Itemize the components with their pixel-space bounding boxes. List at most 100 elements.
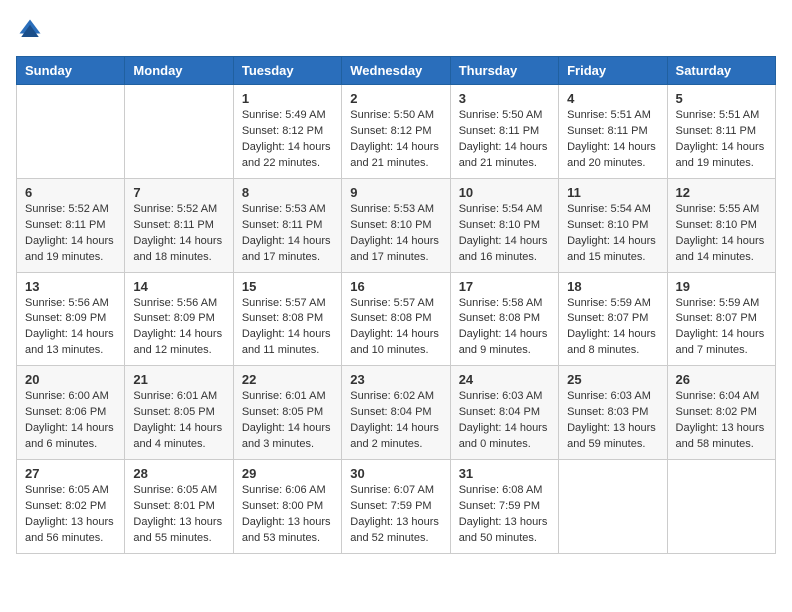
day-number: 9: [350, 185, 441, 200]
calendar-cell: 15 Sunrise: 5:57 AM Sunset: 8:08 PM Dayli…: [233, 272, 341, 366]
day-info: Sunrise: 5:50 AM Sunset: 8:12 PM Dayligh…: [350, 108, 441, 172]
day-info: Sunrise: 6:03 AM Sunset: 8:04 PM Dayligh…: [459, 389, 550, 453]
day-info: Sunrise: 6:05 AM Sunset: 8:01 PM Dayligh…: [133, 483, 224, 547]
calendar-cell: [559, 460, 667, 554]
day-number: 17: [459, 279, 550, 294]
day-number: 6: [25, 185, 116, 200]
calendar-cell: 2 Sunrise: 5:50 AM Sunset: 8:12 PM Daylig…: [342, 85, 450, 179]
day-info: Sunrise: 5:56 AM Sunset: 8:09 PM Dayligh…: [25, 296, 116, 360]
calendar-cell: 31Sunrise: 6:08 AM Sunset: 7:59 PM Dayli…: [450, 460, 558, 554]
day-info: Sunrise: 5:52 AM Sunset: 8:11 PM Dayligh…: [25, 202, 116, 266]
day-info: Sunrise: 6:08 AM Sunset: 7:59 PM Dayligh…: [459, 483, 550, 547]
day-info: Sunrise: 6:07 AM Sunset: 7:59 PM Dayligh…: [350, 483, 441, 547]
calendar-cell: 10 Sunrise: 5:54 AM Sunset: 8:10 PM Dayli…: [450, 178, 558, 272]
day-info: Sunrise: 5:49 AM Sunset: 8:12 PM Dayligh…: [242, 108, 333, 172]
day-info: Sunrise: 5:53 AM Sunset: 8:10 PM Dayligh…: [350, 202, 441, 266]
calendar-week-row: 27 Sunrise: 6:05 AM Sunset: 8:02 PM Dayli…: [17, 460, 776, 554]
calendar-header-wednesday: Wednesday: [342, 57, 450, 85]
calendar-cell: 8 Sunrise: 5:53 AM Sunset: 8:11 PM Daylig…: [233, 178, 341, 272]
day-info: Sunrise: 5:59 AM Sunset: 8:07 PM Dayligh…: [676, 296, 767, 360]
calendar-cell: 18Sunrise: 5:59 AM Sunset: 8:07 PM Dayli…: [559, 272, 667, 366]
calendar-cell: 19 Sunrise: 5:59 AM Sunset: 8:07 PM Dayli…: [667, 272, 775, 366]
day-info: Sunrise: 5:50 AM Sunset: 8:11 PM Dayligh…: [459, 108, 550, 172]
day-info: Sunrise: 5:57 AM Sunset: 8:08 PM Dayligh…: [350, 296, 441, 360]
day-info: Sunrise: 5:51 AM Sunset: 8:11 PM Dayligh…: [567, 108, 658, 172]
day-number: 14: [133, 279, 224, 294]
calendar-cell: 7 Sunrise: 5:52 AM Sunset: 8:11 PM Daylig…: [125, 178, 233, 272]
day-number: 21: [133, 372, 224, 387]
day-number: 27: [25, 466, 116, 481]
day-info: Sunrise: 5:56 AM Sunset: 8:09 PM Dayligh…: [133, 296, 224, 360]
calendar-cell: 6 Sunrise: 5:52 AM Sunset: 8:11 PM Daylig…: [17, 178, 125, 272]
day-number: 28: [133, 466, 224, 481]
calendar-cell: 24 Sunrise: 6:03 AM Sunset: 8:04 PM Dayli…: [450, 366, 558, 460]
calendar-cell: 12 Sunrise: 5:55 AM Sunset: 8:10 PM Dayli…: [667, 178, 775, 272]
calendar-cell: 4 Sunrise: 5:51 AM Sunset: 8:11 PM Daylig…: [559, 85, 667, 179]
calendar-cell: 3 Sunrise: 5:50 AM Sunset: 8:11 PM Daylig…: [450, 85, 558, 179]
day-number: 3: [459, 91, 550, 106]
day-number: 22: [242, 372, 333, 387]
calendar-cell: 11Sunrise: 5:54 AM Sunset: 8:10 PM Dayli…: [559, 178, 667, 272]
day-number: 29: [242, 466, 333, 481]
calendar-cell: 28 Sunrise: 6:05 AM Sunset: 8:01 PM Dayli…: [125, 460, 233, 554]
day-number: 24: [459, 372, 550, 387]
day-info: Sunrise: 6:05 AM Sunset: 8:02 PM Dayligh…: [25, 483, 116, 547]
calendar-header-row: SundayMondayTuesdayWednesdayThursdayFrid…: [17, 57, 776, 85]
calendar-header-thursday: Thursday: [450, 57, 558, 85]
day-number: 23: [350, 372, 441, 387]
logo-icon: [16, 16, 44, 44]
day-info: Sunrise: 5:53 AM Sunset: 8:11 PM Dayligh…: [242, 202, 333, 266]
calendar-cell: 16 Sunrise: 5:57 AM Sunset: 8:08 PM Dayli…: [342, 272, 450, 366]
day-number: 7: [133, 185, 224, 200]
day-number: 20: [25, 372, 116, 387]
day-info: Sunrise: 5:51 AM Sunset: 8:11 PM Dayligh…: [676, 108, 767, 172]
calendar-week-row: 6 Sunrise: 5:52 AM Sunset: 8:11 PM Daylig…: [17, 178, 776, 272]
day-info: Sunrise: 6:01 AM Sunset: 8:05 PM Dayligh…: [242, 389, 333, 453]
day-number: 4: [567, 91, 658, 106]
day-number: 2: [350, 91, 441, 106]
day-info: Sunrise: 5:58 AM Sunset: 8:08 PM Dayligh…: [459, 296, 550, 360]
day-info: Sunrise: 5:55 AM Sunset: 8:10 PM Dayligh…: [676, 202, 767, 266]
calendar-week-row: 1 Sunrise: 5:49 AM Sunset: 8:12 PM Daylig…: [17, 85, 776, 179]
day-number: 16: [350, 279, 441, 294]
calendar-header-sunday: Sunday: [17, 57, 125, 85]
calendar-cell: [17, 85, 125, 179]
calendar-cell: 14 Sunrise: 5:56 AM Sunset: 8:09 PM Dayli…: [125, 272, 233, 366]
day-number: 13: [25, 279, 116, 294]
day-number: 1: [242, 91, 333, 106]
calendar-header-saturday: Saturday: [667, 57, 775, 85]
day-number: 10: [459, 185, 550, 200]
day-info: Sunrise: 6:01 AM Sunset: 8:05 PM Dayligh…: [133, 389, 224, 453]
day-number: 15: [242, 279, 333, 294]
day-number: 12: [676, 185, 767, 200]
calendar-cell: 1 Sunrise: 5:49 AM Sunset: 8:12 PM Daylig…: [233, 85, 341, 179]
calendar: SundayMondayTuesdayWednesdayThursdayFrid…: [16, 56, 776, 554]
day-number: 5: [676, 91, 767, 106]
day-info: Sunrise: 5:54 AM Sunset: 8:10 PM Dayligh…: [459, 202, 550, 266]
day-number: 30: [350, 466, 441, 481]
calendar-header-friday: Friday: [559, 57, 667, 85]
day-info: Sunrise: 6:06 AM Sunset: 8:00 PM Dayligh…: [242, 483, 333, 547]
day-number: 19: [676, 279, 767, 294]
calendar-cell: 20Sunrise: 6:00 AM Sunset: 8:06 PM Dayli…: [17, 366, 125, 460]
page-header: [16, 16, 776, 44]
day-number: 25: [567, 372, 658, 387]
calendar-cell: 22 Sunrise: 6:01 AM Sunset: 8:05 PM Dayli…: [233, 366, 341, 460]
day-info: Sunrise: 6:03 AM Sunset: 8:03 PM Dayligh…: [567, 389, 658, 453]
calendar-cell: 29 Sunrise: 6:06 AM Sunset: 8:00 PM Dayli…: [233, 460, 341, 554]
day-number: 26: [676, 372, 767, 387]
calendar-cell: [125, 85, 233, 179]
calendar-header-monday: Monday: [125, 57, 233, 85]
calendar-cell: 25 Sunrise: 6:03 AM Sunset: 8:03 PM Dayli…: [559, 366, 667, 460]
day-number: 18: [567, 279, 658, 294]
calendar-cell: 27 Sunrise: 6:05 AM Sunset: 8:02 PM Dayli…: [17, 460, 125, 554]
day-info: Sunrise: 5:52 AM Sunset: 8:11 PM Dayligh…: [133, 202, 224, 266]
calendar-cell: 23Sunrise: 6:02 AM Sunset: 8:04 PM Dayli…: [342, 366, 450, 460]
calendar-cell: [667, 460, 775, 554]
day-info: Sunrise: 5:57 AM Sunset: 8:08 PM Dayligh…: [242, 296, 333, 360]
calendar-cell: 13 Sunrise: 5:56 AM Sunset: 8:09 PM Dayli…: [17, 272, 125, 366]
day-number: 8: [242, 185, 333, 200]
calendar-cell: 21 Sunrise: 6:01 AM Sunset: 8:05 PM Dayli…: [125, 366, 233, 460]
day-info: Sunrise: 6:04 AM Sunset: 8:02 PM Dayligh…: [676, 389, 767, 453]
logo: [16, 16, 48, 44]
